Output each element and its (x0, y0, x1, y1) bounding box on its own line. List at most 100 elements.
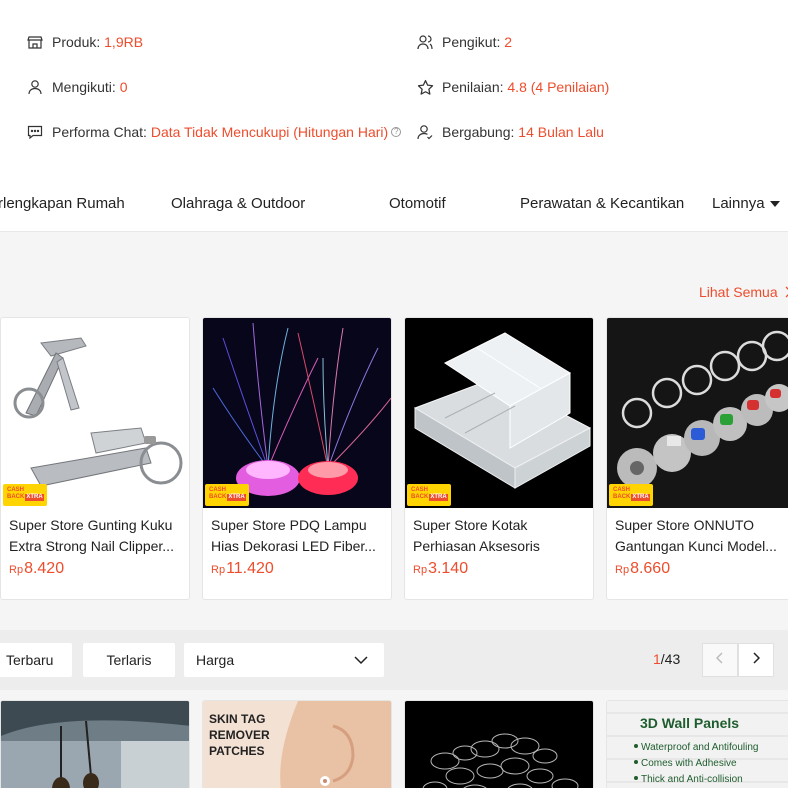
product-image: CASH BACK XTRA (203, 318, 391, 508)
page-total: /43 (660, 651, 681, 667)
category-tab-home[interactable]: rlengkapan Rumah (0, 195, 125, 212)
cashback-badge: CASH BACK XTRA (609, 484, 653, 506)
category-more-label: Lainnya (712, 195, 765, 212)
stat-joined-value: 14 Bulan Lalu (518, 124, 604, 140)
badge-tag: XTRA (227, 494, 246, 501)
product-price: Rp3.140 (413, 560, 468, 578)
product-image (405, 701, 593, 788)
cashback-badge: CASH BACK XTRA (205, 484, 249, 506)
skin-tag-line1: SKIN TAG (209, 712, 265, 726)
product-name: Super Store Gunting Kuku Extra Strong Na… (9, 517, 174, 554)
user-check-icon (416, 123, 434, 141)
stat-rating-value: 4.8 (4 Penilaian) (507, 79, 610, 95)
badge-top: CASH (7, 487, 25, 493)
chevron-left-icon (715, 651, 724, 669)
stat-followers-label: Pengikut: (442, 34, 501, 50)
caret-down-icon (769, 201, 780, 208)
wall-panels-bullet-3: Thick and Anti-collision (641, 774, 743, 785)
product-card[interactable]: 3D Wall Panels Waterproof and Antifoulin… (606, 700, 788, 788)
stat-joined: Bergabung: 14 Bulan Lalu (416, 123, 604, 141)
category-tab-sports[interactable]: Olahraga & Outdoor (171, 195, 305, 212)
product-card[interactable]: CASH BACK XTRA Super Store Gunting Kuku Ex… (0, 317, 190, 600)
page-current: 1 (653, 651, 661, 667)
cashback-badge: CASH BACK XTRA (3, 484, 47, 506)
product-price: Rp11.420 (211, 560, 274, 578)
badge-mid: BACK (613, 494, 631, 500)
price-currency: Rp (211, 564, 226, 576)
stat-following-label: Mengikuti: (52, 79, 116, 95)
product-card[interactable]: CASH BACK XTRA Super Store Kotak Perhiasan… (404, 317, 594, 600)
sort-newest-button[interactable]: Terbaru (0, 643, 72, 677)
product-image (1, 701, 189, 788)
user-icon (26, 78, 44, 96)
next-page-button[interactable] (738, 643, 774, 677)
sort-bestseller-button[interactable]: Terlaris (83, 643, 175, 677)
star-icon (416, 78, 434, 96)
stat-products: Produk: 1,9RB (26, 33, 143, 51)
shop-stats: Produk: 1,9RB Pengikut: 2 Mengikuti: 0 P… (0, 0, 788, 176)
category-tab-beauty[interactable]: Perawatan & Kecantikan (520, 195, 684, 212)
product-price: Rp8.420 (9, 560, 64, 578)
category-more-dropdown[interactable]: Lainnya (712, 195, 780, 212)
product-name: Super Store PDQ Lampu Hias Dekorasi LED … (211, 517, 376, 554)
see-all-link[interactable]: Lihat Semua (699, 284, 788, 300)
category-tab-automotive[interactable]: Otomotif (389, 195, 446, 212)
stat-rating: Penilaian: 4.8 (4 Penilaian) (416, 78, 609, 96)
price-value: 3.140 (428, 560, 469, 577)
product-image: CASH BACK XTRA (607, 318, 788, 508)
price-value: 8.660 (630, 560, 671, 577)
stat-chat-label: Performa Chat: (52, 124, 147, 140)
badge-top: CASH (209, 487, 227, 493)
sort-price-label: Harga (196, 652, 235, 668)
badge-tag: XTRA (429, 494, 448, 501)
chevron-right-icon (782, 284, 788, 300)
badge-mid: BACK (7, 494, 25, 500)
badge-top: CASH (613, 487, 631, 493)
stat-following: Mengikuti: 0 (26, 78, 128, 96)
product-card[interactable]: CASH BACK XTRA Super Store PDQ Lampu Hias … (202, 317, 392, 600)
stat-chat: Performa Chat: Data Tidak Mencukupi (Hit… (26, 123, 402, 141)
wall-panels-title: 3D Wall Panels (640, 715, 739, 731)
stat-followers-value: 2 (504, 34, 513, 50)
wall-panels-bullet-1: Waterproof and Antifouling (641, 742, 758, 753)
badge-mid: BACK (209, 494, 227, 500)
stat-followers: Pengikut: 2 (416, 33, 512, 51)
product-image: CASH BACK XTRA (1, 318, 189, 508)
skin-tag-line2: REMOVER (209, 728, 270, 742)
price-currency: Rp (9, 564, 24, 576)
product-name: Super Store ONNUTO Gantungan Kunci Model… (615, 517, 777, 554)
price-currency: Rp (413, 564, 428, 576)
product-card[interactable]: SKIN TAG REMOVER PATCHES (202, 700, 392, 788)
followers-icon (416, 33, 434, 51)
stat-products-label: Produk: (52, 34, 101, 50)
sort-price-select[interactable]: Harga (184, 643, 384, 677)
product-name: Super Store Kotak Perhiasan Aksesoris Pl… (413, 517, 540, 554)
sort-bar: Terbaru Terlaris Harga 1/43 (0, 630, 788, 690)
cashback-badge: CASH BACK XTRA (407, 484, 451, 506)
price-value: 8.420 (24, 560, 65, 577)
badge-mid: BACK (411, 494, 429, 500)
category-nav: rlengkapan Rumah Olahraga & Outdoor Otom… (0, 176, 788, 232)
product-card[interactable]: CASH BACK XTRA Super Store ONNUTO Gantunga… (606, 317, 788, 600)
store-icon (26, 33, 44, 51)
price-currency: Rp (615, 564, 630, 576)
product-image: CASH BACK XTRA (405, 318, 593, 508)
stat-joined-label: Bergabung: (442, 124, 515, 140)
badge-tag: XTRA (631, 494, 650, 501)
stat-following-value: 0 (119, 79, 128, 95)
help-icon[interactable]: ? (391, 127, 402, 137)
product-card[interactable] (0, 700, 190, 788)
stat-rating-label: Penilaian: (442, 79, 504, 95)
page-indicator: 1/43 (653, 651, 680, 667)
wall-panels-bullet-2: Comes with Adhesive (641, 758, 737, 769)
product-price: Rp8.660 (615, 560, 670, 578)
prev-page-button[interactable] (702, 643, 738, 677)
product-image: 3D Wall Panels Waterproof and Antifoulin… (607, 701, 788, 788)
product-card[interactable] (404, 700, 594, 788)
product-image: SKIN TAG REMOVER PATCHES (203, 701, 391, 788)
see-all-label: Lihat Semua (699, 284, 778, 300)
chat-icon (26, 123, 44, 141)
badge-tag: XTRA (25, 494, 44, 501)
badge-top: CASH (411, 487, 429, 493)
stat-products-value: 1,9RB (104, 34, 144, 50)
